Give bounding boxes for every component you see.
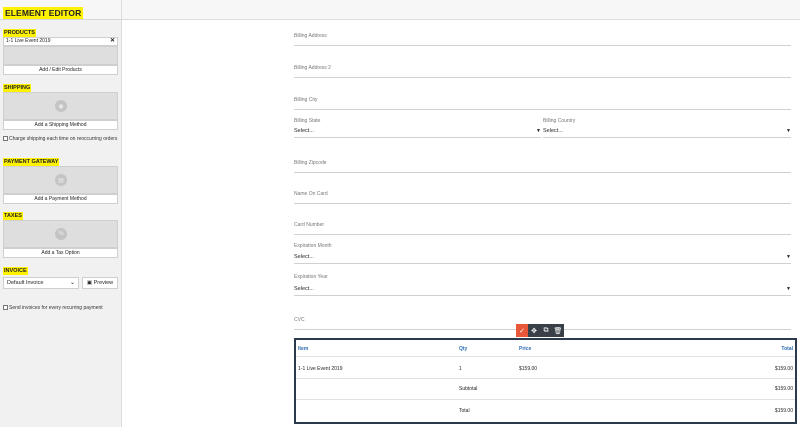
invoice-select[interactable]: Default Invoice ⌄ <box>3 277 79 289</box>
taxes-box: % <box>3 220 118 248</box>
add-edit-products-button[interactable]: Add / Edit Products <box>3 65 118 75</box>
trash-icon[interactable]: 🗑 <box>552 324 564 337</box>
taxes-label: TAXES <box>3 212 23 220</box>
row-qty: 1 <box>459 366 462 372</box>
billing-city-field[interactable]: Billing City <box>294 94 791 110</box>
invoice-label: INVOICE <box>3 267 28 275</box>
row-divider <box>296 399 795 400</box>
billing-address-field[interactable]: Billing Address <box>294 30 791 46</box>
invoice-select-value: Default Invoice <box>7 280 44 286</box>
product-item[interactable]: 1-1 Live Event 2019 ✕ <box>3 37 118 46</box>
duplicate-icon[interactable]: ⧉ <box>540 324 552 337</box>
caret-down-icon: ▼ <box>786 286 791 292</box>
row-price: $159.00 <box>519 366 538 372</box>
payment-placeholder-icon: ▤ <box>55 174 67 186</box>
billing-zipcode-label: Billing Zipcode <box>294 160 327 166</box>
element-toolbar: ✓ ✥ ⧉ 🗑 <box>516 324 564 337</box>
billing-zipcode-field[interactable]: Billing Zipcode <box>294 157 791 173</box>
billing-state-select[interactable]: Billing State Select... ▼ <box>294 116 541 138</box>
card-number-label: Card Number <box>294 222 325 228</box>
add-tax-option-button[interactable]: Add a Tax Option <box>3 248 118 258</box>
main-topbar <box>122 0 800 20</box>
billing-country-value: Select... <box>543 128 563 134</box>
sidebar-title: ELEMENT EDITOR <box>3 7 84 19</box>
charge-shipping-row[interactable]: Charge shipping each time on reoccurring… <box>3 136 120 142</box>
expiration-month-label: Expiration Month <box>294 243 332 249</box>
total-value: $159.00 <box>774 408 793 414</box>
caret-down-icon: ▼ <box>536 128 541 134</box>
cvc-label: CVC <box>294 317 305 323</box>
billing-country-label: Billing Country <box>543 118 576 124</box>
sidebar-header: ELEMENT EDITOR <box>0 0 121 20</box>
billing-state-value: Select... <box>294 128 314 134</box>
shipping-placeholder-icon: ◉ <box>55 100 67 112</box>
row-divider <box>296 356 795 357</box>
element-editor-sidebar: ELEMENT EDITOR PRODUCTS 1-1 Live Event 2… <box>0 0 122 427</box>
expiration-year-value: Select... <box>294 286 314 292</box>
remove-product-icon[interactable]: ✕ <box>110 38 115 45</box>
header-total: Total <box>781 346 793 352</box>
subtotal-value: $159.00 <box>774 386 793 392</box>
header-price: Price <box>519 346 532 352</box>
header-qty: Qty <box>459 346 468 352</box>
charge-shipping-checkbox[interactable] <box>3 136 8 142</box>
total-label: Total <box>459 408 470 414</box>
preview-button[interactable]: ▣ Preview <box>82 277 118 289</box>
card-number-field[interactable]: Card Number <box>294 219 791 235</box>
preview-label: Preview <box>93 280 114 286</box>
chevron-down-icon: ⌄ <box>69 280 75 286</box>
add-shipping-method-button[interactable]: Add a Shipping Method <box>3 120 118 130</box>
name-on-card-label: Name On Card <box>294 191 328 197</box>
billing-address-2-label: Billing Address 2 <box>294 65 331 71</box>
billing-address-2-field[interactable]: Billing Address 2 <box>294 62 791 78</box>
row-divider <box>296 378 795 379</box>
product-item-name: 1-1 Live Event 2019 <box>6 38 51 44</box>
add-payment-method-button[interactable]: Add a Payment Method <box>3 194 118 204</box>
order-summary-table[interactable]: Item Qty Price Total 1-1 Live Event 2019… <box>294 338 797 424</box>
send-invoices-label: Send invoices for every recurring paymen… <box>9 305 103 311</box>
billing-state-label: Billing State <box>294 118 321 124</box>
expiration-month-value: Select... <box>294 254 314 260</box>
caret-down-icon: ▼ <box>786 254 791 260</box>
billing-address-label: Billing Address <box>294 33 327 39</box>
send-invoices-checkbox[interactable] <box>3 305 8 311</box>
expiration-month-select[interactable]: Expiration Month Select... ▼ <box>294 241 791 264</box>
preview-icon: ▣ <box>86 280 93 286</box>
move-icon[interactable]: ✥ <box>528 324 540 337</box>
payment-gateway-label: PAYMENT GATEWAY <box>3 158 60 166</box>
payment-box: ▤ <box>3 166 118 194</box>
subtotal-label: Subtotal <box>459 386 478 392</box>
products-label: PRODUCTS <box>3 29 36 37</box>
caret-down-icon: ▼ <box>786 128 791 134</box>
tax-placeholder-icon: % <box>55 228 67 240</box>
products-box <box>3 46 118 65</box>
shipping-box: ◉ <box>3 92 118 120</box>
billing-city-label: Billing City <box>294 97 318 103</box>
expiration-year-label: Expiration Year <box>294 274 328 280</box>
name-on-card-field[interactable]: Name On Card <box>294 188 791 204</box>
row-total: $159.00 <box>774 366 793 372</box>
header-item: Item <box>298 346 309 352</box>
row-item: 1-1 Live Event 2019 <box>298 366 343 372</box>
billing-country-select[interactable]: Billing Country Select... ▼ <box>543 116 791 138</box>
charge-shipping-label: Charge shipping each time on reoccurring… <box>9 136 118 142</box>
check-icon[interactable]: ✓ <box>516 324 528 337</box>
send-invoices-row[interactable]: Send invoices for every recurring paymen… <box>3 305 120 311</box>
expiration-year-select[interactable]: Expiration Year Select... ▼ <box>294 272 791 296</box>
shipping-label: SHIPPING <box>3 84 32 92</box>
